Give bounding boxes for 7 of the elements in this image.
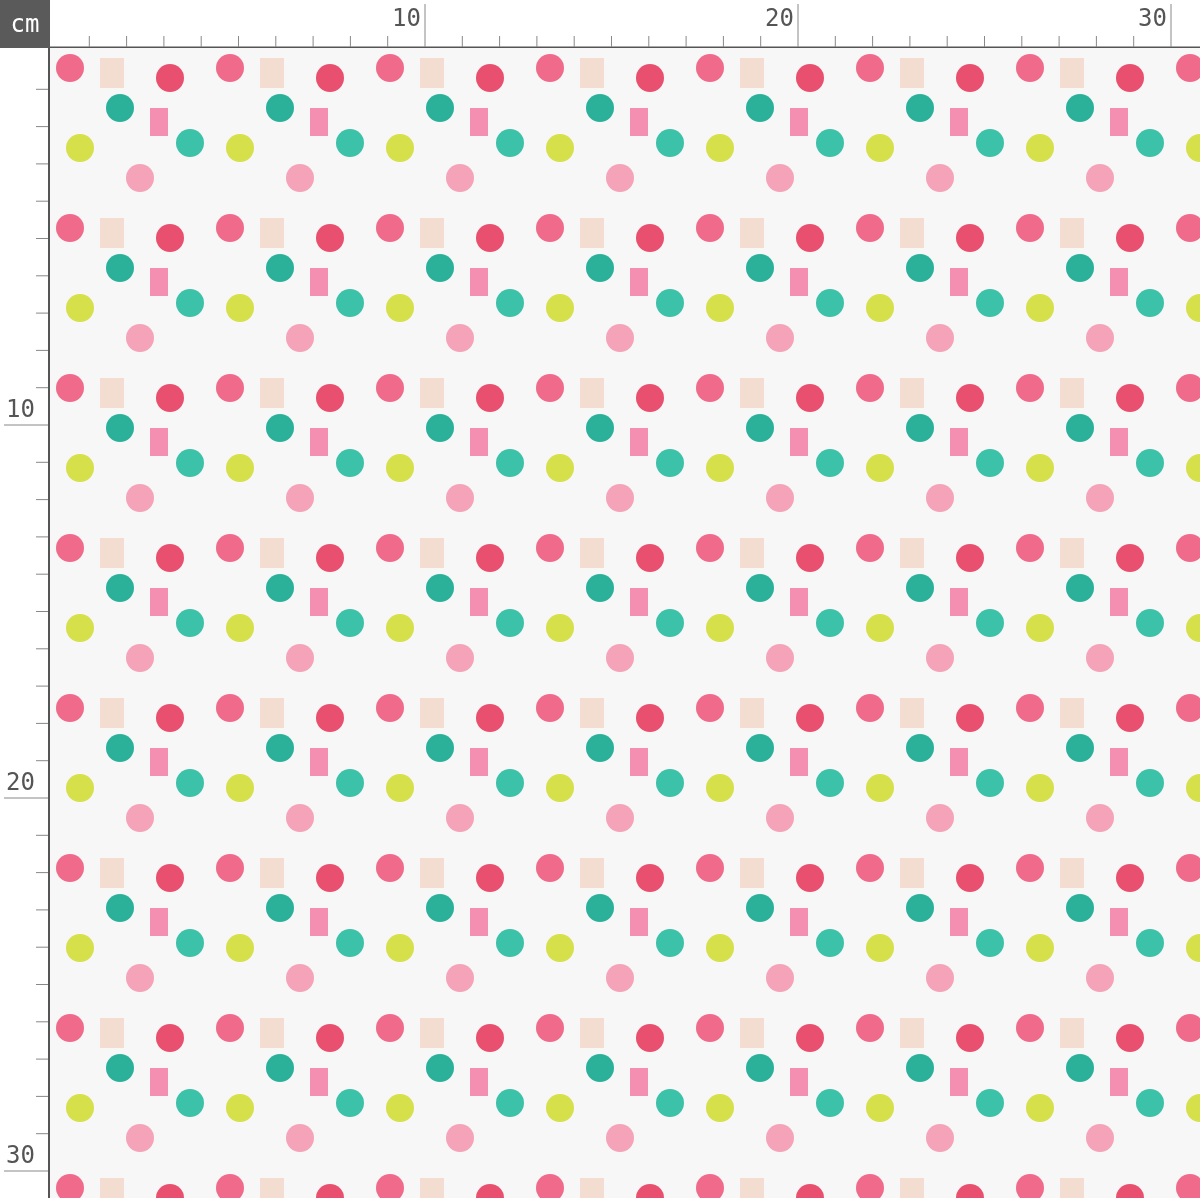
ruler-label: 30 [1137, 4, 1167, 32]
ruler-label: 30 [6, 1141, 35, 1169]
ruler-label: 10 [391, 4, 421, 32]
ruler-label: 20 [764, 4, 794, 32]
ruler-label: 10 [6, 395, 35, 423]
ruler-label: 20 [6, 768, 35, 796]
unit-label: cm [0, 0, 50, 48]
